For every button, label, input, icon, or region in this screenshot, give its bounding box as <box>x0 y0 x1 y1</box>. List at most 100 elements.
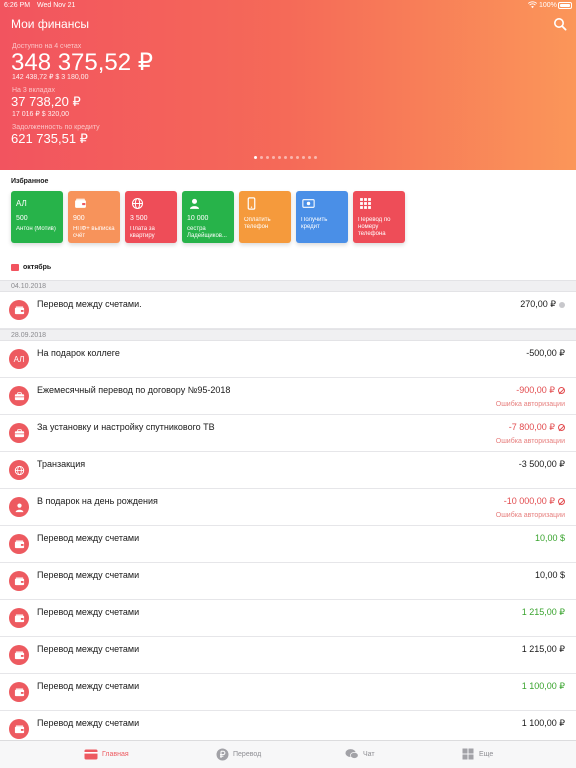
transaction-amount: 10,00 $ <box>535 570 565 580</box>
blocked-icon <box>558 498 565 505</box>
globe-icon <box>9 460 29 480</box>
amount-value: 1 215,00 ₽ <box>521 644 565 654</box>
transaction-row[interactable]: Перевод между счетами. 270,00 ₽ <box>0 292 576 329</box>
page-dot[interactable] <box>272 156 275 159</box>
tab-grid[interactable]: Еще <box>461 748 493 760</box>
transaction-row[interactable]: Транзакция -3 500,00 ₽ <box>0 452 576 489</box>
page-dot[interactable] <box>284 156 287 159</box>
transaction-row[interactable]: Перевод между счетами 1 215,00 ₽ <box>0 637 576 674</box>
favourite-value: 900 <box>73 215 85 222</box>
page-title: Мои финансы <box>11 17 89 31</box>
calendar-icon <box>11 264 19 271</box>
transaction-row[interactable]: Перевод между счетами 1 215,00 ₽ <box>0 600 576 637</box>
credit-balance[interactable]: 621 735,51 ₽ <box>11 131 88 147</box>
transaction-amount: 1 215,00 ₽ <box>522 607 565 618</box>
keypad-icon <box>358 196 372 210</box>
favourite-card[interactable]: Получить кредит <box>296 191 348 243</box>
person-icon <box>9 497 29 517</box>
amount-value: 10,00 $ <box>534 570 565 580</box>
favourite-card[interactable]: 10 000 сестра Ладейщиков... <box>182 191 234 243</box>
favourite-name: Плата за квартиру <box>130 226 155 239</box>
tab-chat[interactable]: Чат <box>345 748 375 760</box>
tab-card[interactable]: Главная <box>84 748 129 760</box>
available-sub-balances: 142 438,72 ₽ $ 3 180,00 <box>12 74 89 81</box>
transaction-title: Ежемесячный перевод по договору №95-2018 <box>37 385 231 395</box>
deposits-sub-balances: 17 016 ₽ $ 320,00 <box>12 111 70 118</box>
transaction-title: Перевод между счетами. <box>37 299 142 309</box>
favourite-value: 10 000 <box>187 215 209 222</box>
page-dot[interactable] <box>254 156 257 159</box>
page-dot[interactable] <box>302 156 305 159</box>
search-icon[interactable] <box>553 17 567 31</box>
amount-value: -500,00 ₽ <box>526 348 565 358</box>
transaction-row[interactable]: Ежемесячный перевод по договору №95-2018… <box>0 378 576 415</box>
favourite-name: Получить кредит <box>301 217 328 230</box>
transaction-title: Транзакция <box>37 459 86 469</box>
favourite-card[interactable]: 900 НПФ+ выписка счёт <box>68 191 120 243</box>
transaction-amount: -7 800,00 ₽ <box>509 422 565 433</box>
transaction-title: Перевод между счетами <box>37 570 140 580</box>
error-note: Ошибка авторизации <box>495 512 565 519</box>
battery-percent: 100% <box>539 2 557 9</box>
status-date: Wed Nov 21 <box>37 2 76 9</box>
month-header: октябрь <box>11 264 51 271</box>
initials-avatar: АЛ <box>9 349 29 369</box>
page-dot[interactable] <box>314 156 317 159</box>
error-note: Ошибка авторизации <box>495 401 565 408</box>
error-note: Ошибка авторизации <box>495 438 565 445</box>
page-dot[interactable] <box>296 156 299 159</box>
amount-value: 10,00 $ <box>534 533 565 543</box>
favourite-card[interactable]: АЛ 500 Антон (Мотив) <box>11 191 63 243</box>
page-dot[interactable] <box>260 156 263 159</box>
balance-header: 6:26 PM Wed Nov 21 100% Мои финансы Дост… <box>0 0 576 170</box>
date-label: 04.10.2018 <box>11 283 47 290</box>
tab-label: Перевод <box>233 750 262 758</box>
page-dot[interactable] <box>266 156 269 159</box>
amount-value: -900,00 ₽ <box>516 385 555 395</box>
favourite-card[interactable]: 3 500 Плата за квартиру <box>125 191 177 243</box>
wallet-icon <box>9 719 29 739</box>
status-time: 6:26 PM <box>4 2 31 9</box>
wallet-icon <box>9 645 29 665</box>
tab-ruble-coin[interactable]: Перевод <box>215 748 261 760</box>
deposits-caption: На 3 вкладах <box>12 87 56 94</box>
amount-value: 1 100,00 ₽ <box>521 681 565 691</box>
wifi-icon <box>528 1 537 9</box>
amount-value: 1 100,00 ₽ <box>521 718 565 728</box>
favourite-card[interactable]: Перевод по номеру телефона <box>353 191 405 243</box>
transaction-amount: 1 100,00 ₽ <box>522 681 565 692</box>
wallet-icon <box>9 682 29 702</box>
wallet-icon <box>9 608 29 628</box>
transaction-amount: -500,00 ₽ <box>526 348 565 359</box>
favourite-name: сестра Ладейщиков... <box>187 226 227 239</box>
favourite-card[interactable]: Оплатить телефон <box>239 191 291 243</box>
credit-caption: Задолженность по кредиту <box>12 124 100 131</box>
transaction-row[interactable]: В подарок на день рождения -10 000,00 ₽ Ош… <box>0 489 576 526</box>
amount-value: -7 800,00 ₽ <box>508 422 555 432</box>
page-dot[interactable] <box>278 156 281 159</box>
wallet-icon <box>9 300 29 320</box>
transaction-title: Перевод между счетами <box>37 533 140 543</box>
page-dot[interactable] <box>308 156 311 159</box>
transaction-amount: 1 215,00 ₽ <box>522 644 565 655</box>
globe-icon <box>130 196 144 210</box>
favourite-name: Оплатить телефон <box>244 217 271 230</box>
transaction-row[interactable]: Перевод между счетами 10,00 $ <box>0 563 576 600</box>
transaction-row[interactable]: АЛ На подарок коллеге -500,00 ₽ <box>0 341 576 378</box>
wallet-icon <box>73 196 87 210</box>
deposits-balance[interactable]: 37 738,20 ₽ <box>11 94 81 110</box>
transaction-amount: -3 500,00 ₽ <box>519 459 565 470</box>
transaction-title: В подарок на день рождения <box>37 496 158 506</box>
card-icon <box>84 748 98 760</box>
transaction-row[interactable]: Перевод между счетами 10,00 $ <box>0 526 576 563</box>
cash-icon <box>301 196 315 210</box>
favourite-value: 3 500 <box>130 215 148 222</box>
transaction-row[interactable]: Перевод между счетами 1 100,00 ₽ <box>0 674 576 711</box>
phone-icon <box>244 196 258 210</box>
transaction-row[interactable]: За установку и настройку спутникового ТВ… <box>0 415 576 452</box>
page-indicator[interactable] <box>254 156 317 160</box>
tab-label: Чат <box>363 750 375 758</box>
favourite-name: Перевод по номеру телефона <box>358 217 391 237</box>
amount-value: -10 000,00 ₽ <box>503 496 555 506</box>
page-dot[interactable] <box>290 156 293 159</box>
